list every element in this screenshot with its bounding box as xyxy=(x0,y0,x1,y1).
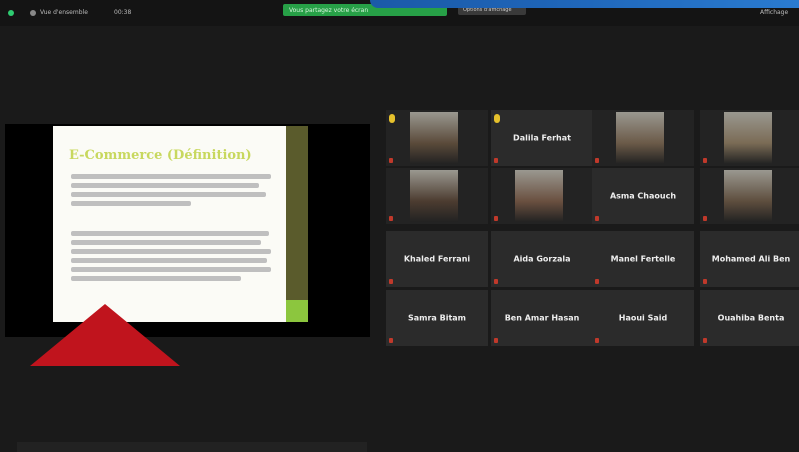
participant-name: Haoui Said xyxy=(618,313,668,323)
participant-name: Khaled Ferrani xyxy=(403,254,471,264)
muted-mic-icon xyxy=(703,279,707,284)
participant-tile[interactable]: Samra Bitam xyxy=(386,290,488,346)
participant-name: Asma Chaouch xyxy=(609,191,677,201)
participant-tile[interactable] xyxy=(700,110,799,166)
muted-mic-icon xyxy=(703,338,707,343)
muted-mic-icon xyxy=(494,158,498,163)
participant-tile[interactable]: Asma Chaouch xyxy=(592,168,694,224)
slide-text-line xyxy=(71,249,271,254)
raised-hand-icon xyxy=(389,114,395,123)
view-toggle[interactable]: Affichage xyxy=(760,9,788,16)
participant-name: Ouahiba Benta xyxy=(717,313,785,323)
muted-mic-icon xyxy=(494,279,498,284)
participant-video xyxy=(410,112,458,164)
meeting-timer: 00:38 xyxy=(114,9,132,16)
view-status-text[interactable]: Vue d'ensemble xyxy=(40,9,88,16)
muted-mic-icon xyxy=(703,158,707,163)
participant-tile[interactable]: Manel Fertelle xyxy=(592,231,694,287)
participant-tile[interactable]: Ouahiba Benta xyxy=(700,290,799,346)
participant-video xyxy=(724,112,772,164)
participant-tile[interactable]: Aida Gorzala xyxy=(491,231,593,287)
muted-mic-icon xyxy=(389,279,393,284)
participant-tile[interactable]: Mohamed Ali Ben xyxy=(700,231,799,287)
muted-mic-icon xyxy=(595,279,599,284)
participant-tile[interactable]: Ben Amar Hasan xyxy=(491,290,593,346)
muted-mic-icon xyxy=(595,338,599,343)
presentation-slide: E-Commerce (Définition) xyxy=(53,126,308,322)
menu-icon[interactable] xyxy=(30,10,36,16)
participant-video xyxy=(410,170,458,222)
participant-tile[interactable] xyxy=(700,168,799,224)
participant-tile[interactable]: Khaled Ferrani xyxy=(386,231,488,287)
participant-tile[interactable] xyxy=(386,110,488,166)
slide-title: E-Commerce (Définition) xyxy=(69,148,252,163)
participant-tile[interactable] xyxy=(386,168,488,224)
participant-name: Mohamed Ali Ben xyxy=(711,254,791,264)
participant-name: Samra Bitam xyxy=(407,313,467,323)
accent-banner xyxy=(370,0,799,8)
slide-text-line xyxy=(71,231,269,236)
participant-name: Manel Fertelle xyxy=(610,254,676,264)
muted-mic-icon xyxy=(494,338,498,343)
raised-hand-icon xyxy=(494,114,500,123)
presenter-taskbar xyxy=(17,442,367,452)
participant-name: Aida Gorzala xyxy=(513,254,571,264)
participant-name: Ben Amar Hasan xyxy=(504,313,580,323)
security-icon[interactable] xyxy=(8,10,14,16)
slide-side-decoration xyxy=(286,126,308,322)
participant-video xyxy=(724,170,772,222)
muted-mic-icon xyxy=(494,216,498,221)
slide-text-line xyxy=(71,174,271,179)
slide-text-line xyxy=(71,258,267,263)
participant-tile[interactable]: Haoui Said xyxy=(592,290,694,346)
slide-text-line xyxy=(71,201,191,206)
muted-mic-icon xyxy=(389,338,393,343)
participant-tile[interactable] xyxy=(592,110,694,166)
slide-corner-decoration xyxy=(286,300,308,322)
muted-mic-icon xyxy=(595,216,599,221)
participant-tile[interactable] xyxy=(491,168,593,224)
participant-video xyxy=(515,170,563,222)
slide-text-line xyxy=(71,183,259,188)
muted-mic-icon xyxy=(389,158,393,163)
participant-video xyxy=(616,112,664,164)
participant-name: Dalila Ferhat xyxy=(513,133,571,143)
slide-text-line xyxy=(71,267,271,272)
participant-tile[interactable]: Dalila Ferhat xyxy=(491,110,593,166)
muted-mic-icon xyxy=(703,216,707,221)
slide-text-line xyxy=(71,192,266,197)
muted-mic-icon xyxy=(389,216,393,221)
slide-text-line xyxy=(71,276,241,281)
slide-text-line xyxy=(71,240,261,245)
muted-mic-icon xyxy=(595,158,599,163)
